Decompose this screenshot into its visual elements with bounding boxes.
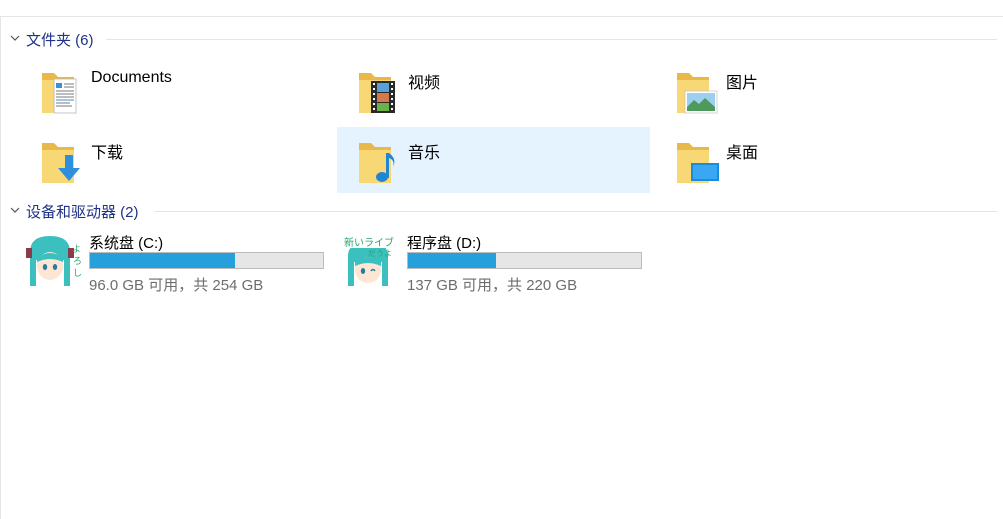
drive-usage-bar [407, 252, 642, 269]
chevron-down-icon[interactable] [8, 31, 22, 45]
pictures-folder-icon [677, 73, 718, 114]
anime-character-drive-icon: よ ろ し [24, 232, 82, 286]
documents-folder-icon [42, 73, 77, 114]
anime-character-drive-icon: 新いライブ だうよ [342, 232, 400, 286]
group-divider [154, 211, 997, 212]
drive-tile-c[interactable]: よ ろ し 系统盘 (C:) 96.0 GB 可用，共 254 GB [24, 232, 334, 294]
group-divider [106, 39, 997, 40]
folder-label: 视频 [408, 75, 441, 92]
svg-text:ろ: ろ [73, 256, 82, 267]
folder-label: 下载 [91, 145, 124, 162]
svg-text:よ: よ [72, 244, 81, 255]
folder-label: 图片 [726, 75, 759, 92]
folder-tile-documents[interactable]: Documents [20, 57, 333, 123]
svg-text:だうよ: だうよ [368, 249, 392, 258]
videos-folder-icon [359, 73, 395, 113]
svg-text:新いライブ: 新いライブ [344, 236, 394, 249]
drive-name: 系统盘 (C:) [89, 235, 164, 252]
drive-space-info: 96.0 GB 可用，共 254 GB [89, 277, 264, 294]
group-header-folders[interactable]: 文件夹 (6) [0, 27, 1000, 51]
folder-label: Documents [91, 69, 172, 86]
folder-tile-downloads[interactable]: 下载 [20, 127, 333, 193]
folder-label: 桌面 [726, 145, 759, 162]
folder-label: 音乐 [408, 145, 441, 162]
folder-tile-music[interactable]: 音乐 [337, 127, 650, 193]
drive-usage-fill [90, 253, 235, 268]
music-folder-icon [359, 143, 395, 183]
downloads-folder-icon [42, 143, 80, 183]
folder-tile-videos[interactable]: 视频 [337, 57, 650, 123]
drive-usage-bar [89, 252, 324, 269]
group-title: 文件夹 (6) [26, 32, 94, 49]
folder-tile-desktop[interactable]: 桌面 [655, 127, 968, 193]
folder-tile-pictures[interactable]: 图片 [655, 57, 968, 123]
chevron-down-icon[interactable] [8, 203, 22, 217]
desktop-folder-icon [677, 143, 719, 183]
window-top-edge [0, 0, 1003, 17]
svg-text:し: し [73, 268, 82, 279]
drive-tile-d[interactable]: 新いライブ だうよ 程序盘 (D:) 137 GB 可用，共 220 GB [342, 232, 652, 294]
drive-space-info: 137 GB 可用，共 220 GB [407, 277, 578, 294]
drive-name: 程序盘 (D:) [407, 235, 482, 252]
group-title: 设备和驱动器 (2) [26, 204, 139, 221]
window-left-edge [0, 16, 1, 519]
drive-usage-fill [408, 253, 496, 268]
group-header-drives[interactable]: 设备和驱动器 (2) [0, 199, 1000, 223]
